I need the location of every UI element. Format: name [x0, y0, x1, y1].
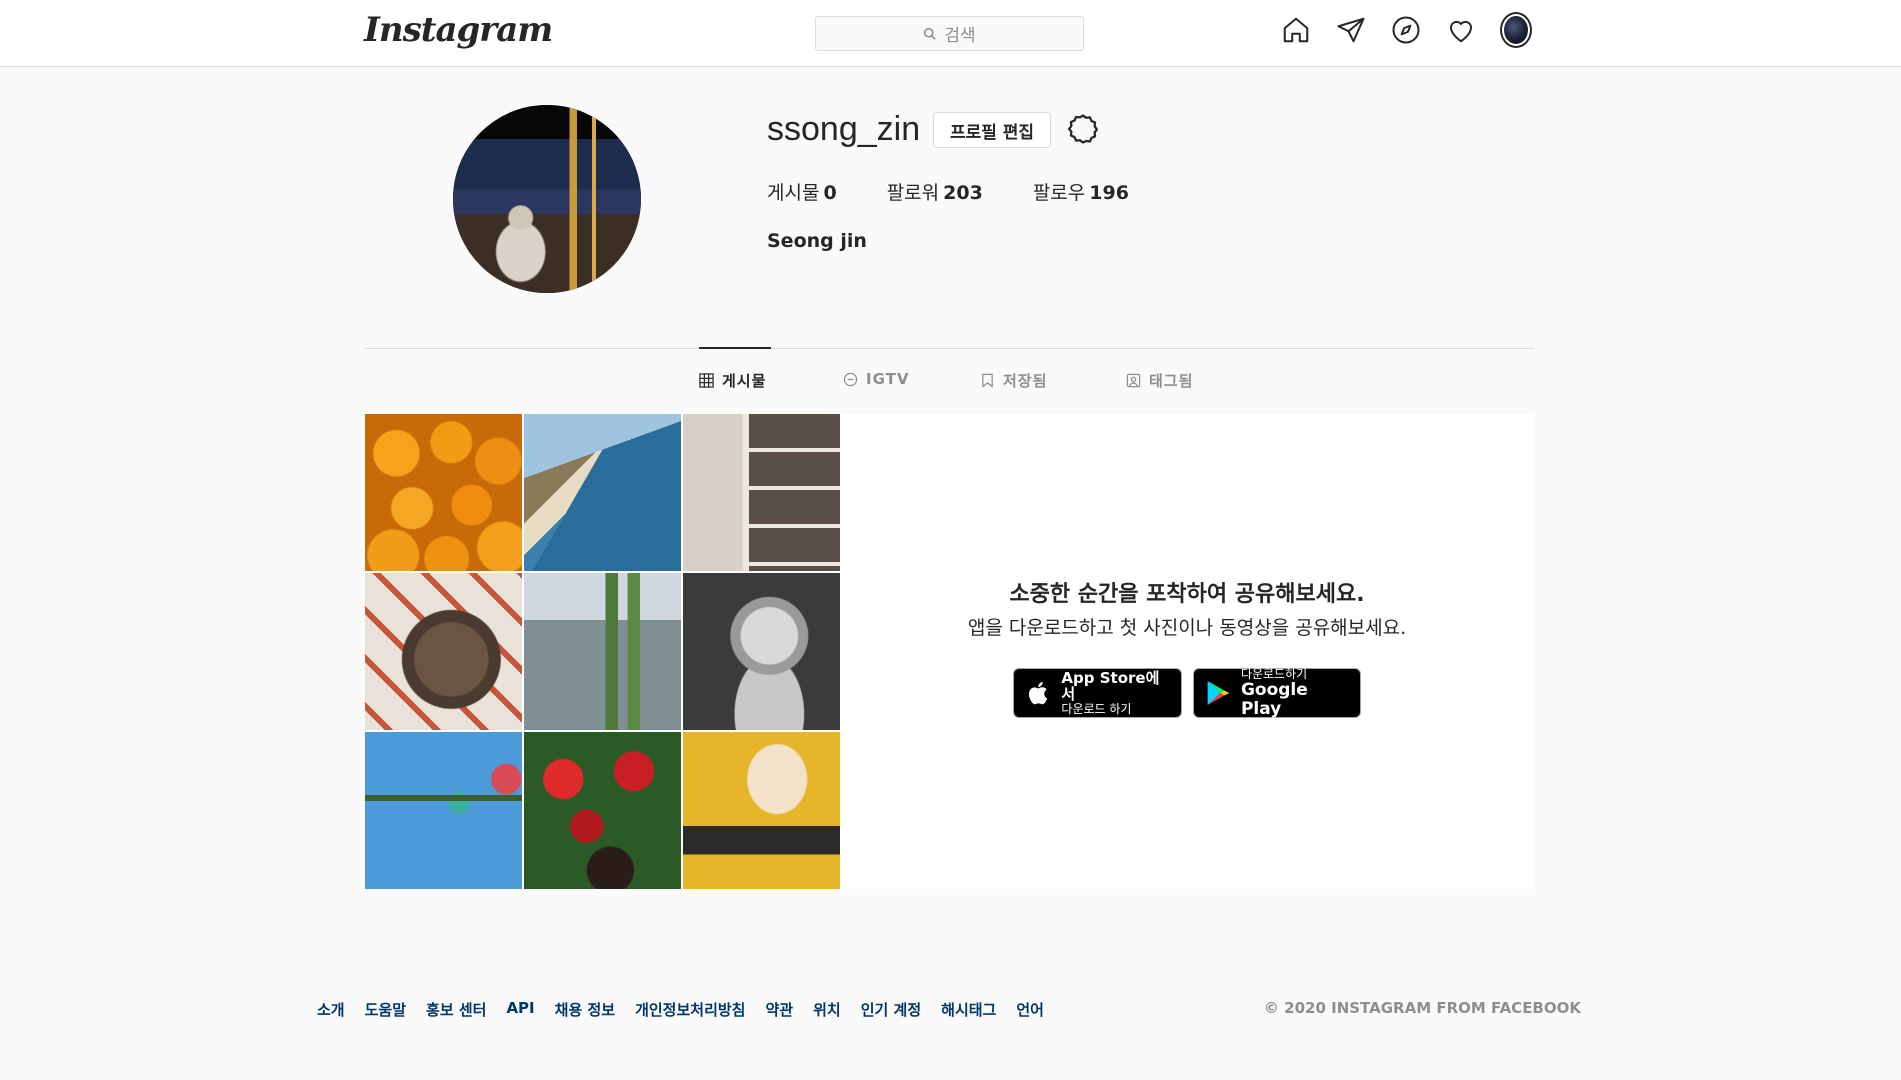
sample-photo-flowers: [524, 732, 681, 889]
explore-compass-icon[interactable]: [1390, 14, 1422, 46]
footer-link-locations[interactable]: 위치: [813, 999, 841, 1020]
top-navigation-bar: Instagram 검색: [0, 0, 1901, 67]
sample-photo-grid: [365, 414, 840, 889]
app-store-line1: App Store에서: [1061, 668, 1160, 704]
active-tab-indicator: [699, 347, 771, 349]
footer-link-top-accounts[interactable]: 인기 계정: [861, 999, 921, 1020]
sample-photo-dog: [365, 573, 522, 730]
profile-username: ssong_zin: [767, 110, 921, 148]
posts-count: 게시물 0: [767, 182, 837, 204]
footer-link-press[interactable]: 홍보 센터: [426, 999, 486, 1020]
profile-full-name: Seong jin: [767, 230, 867, 252]
google-play-icon: [1207, 680, 1230, 706]
instagram-logo[interactable]: Instagram: [364, 10, 553, 50]
footer-link-help[interactable]: 도움말: [365, 999, 406, 1020]
grid-icon: [699, 373, 714, 388]
home-icon[interactable]: [1280, 14, 1312, 46]
profile-stats: 게시물 0 팔로워 203 팔로우 196: [767, 178, 1129, 205]
footer-links: 소개 도움말 홍보 센터 API 채용 정보 개인정보처리방침 약관 위치 인기…: [317, 999, 1044, 1020]
sample-photo-cactus: [524, 573, 681, 730]
promo-title: 소중한 순간을 포착하여 공유해보세요.: [1009, 582, 1365, 607]
sample-photo-baby: [683, 573, 840, 730]
profile-avatar-button[interactable]: [1500, 12, 1532, 48]
tagged-icon: [1126, 373, 1141, 388]
app-store-badge[interactable]: App Store에서 다운로드 하기: [1013, 668, 1182, 718]
search-input[interactable]: 검색: [815, 16, 1084, 51]
sample-photo-cat: [683, 732, 840, 889]
empty-posts-promo: 소중한 순간을 포착하여 공유해보세요. 앱을 다운로드하고 첫 사진이나 동영…: [840, 414, 1534, 889]
igtv-icon: [843, 372, 858, 386]
footer-link-jobs[interactable]: 채용 정보: [555, 999, 615, 1020]
apple-icon: [1028, 681, 1048, 705]
promo-subtitle: 앱을 다운로드하고 첫 사진이나 동영상을 공유해보세요.: [967, 617, 1407, 639]
sample-photo-coastline: [524, 414, 681, 571]
footer-link-hashtags[interactable]: 해시태그: [941, 999, 996, 1020]
sample-photo-oranges: [365, 414, 522, 571]
settings-gear-icon[interactable]: [1066, 112, 1100, 146]
sample-photo-gondola: [365, 732, 522, 889]
bookmark-icon: [982, 373, 993, 388]
footer-link-terms[interactable]: 약관: [765, 999, 793, 1020]
footer-link-privacy[interactable]: 개인정보처리방침: [635, 999, 745, 1020]
app-store-line2: 다운로드 하기: [1061, 701, 1132, 716]
tab-saved[interactable]: 저장됨: [980, 370, 1047, 391]
google-play-badge[interactable]: 다운로드하기 Google Play: [1193, 666, 1361, 719]
search-placeholder: 검색: [944, 26, 976, 46]
google-play-line1: 다운로드하기: [1240, 666, 1308, 681]
footer-link-language[interactable]: 언어: [1016, 999, 1044, 1020]
google-play-line2: Google Play: [1240, 679, 1308, 719]
copyright-text: © 2020 INSTAGRAM FROM FACEBOOK: [1263, 999, 1581, 1017]
direct-message-icon[interactable]: [1335, 14, 1367, 46]
sample-photo-photobooth: [683, 414, 840, 571]
profile-picture[interactable]: [453, 105, 641, 293]
following-count[interactable]: 팔로우 196: [1033, 178, 1129, 205]
edit-profile-button[interactable]: 프로필 편집: [933, 112, 1051, 148]
followers-count[interactable]: 팔로워 203: [887, 178, 983, 205]
activity-heart-icon[interactable]: [1445, 14, 1477, 46]
search-icon: [924, 27, 937, 40]
tabs-divider: [365, 348, 1534, 349]
tab-tagged[interactable]: 태그됨: [1126, 370, 1193, 391]
footer-link-about[interactable]: 소개: [317, 999, 345, 1020]
tab-igtv[interactable]: IGTV: [843, 370, 909, 388]
tab-posts[interactable]: 게시물: [699, 370, 766, 391]
avatar: [1500, 12, 1532, 48]
footer-link-api[interactable]: API: [506, 999, 534, 1020]
nav-icons: [1280, 12, 1532, 48]
